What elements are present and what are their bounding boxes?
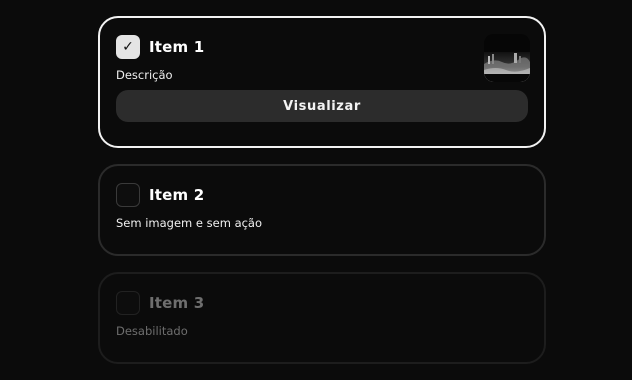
checkbox-unchecked[interactable]	[116, 183, 140, 207]
checkbox-checked[interactable]: ✓	[116, 35, 140, 59]
item-title: Item 1	[149, 38, 205, 56]
item-description: Desabilitado	[116, 324, 188, 338]
view-button[interactable]: Visualizar	[116, 90, 528, 122]
item-description: Sem imagem e sem ação	[116, 216, 263, 230]
item-title: Item 3	[149, 294, 205, 312]
item-description: Descrição	[116, 68, 173, 82]
checkbox-disabled	[116, 291, 140, 315]
item-title: Item 2	[149, 186, 205, 204]
list-item-card-3-disabled: Item 3 Desabilitado	[98, 272, 546, 364]
list-item-card-2[interactable]: Item 2 Sem imagem e sem ação	[98, 164, 546, 256]
list-item-card-1[interactable]: ✓ Item 1 Descrição Visualizar	[98, 16, 546, 148]
item-list: ✓ Item 1 Descrição Visualizar Item 2 Sem…	[0, 0, 632, 380]
landscape-thumbnail-icon	[484, 34, 530, 82]
item-thumbnail-image	[484, 34, 530, 82]
check-icon: ✓	[122, 39, 134, 55]
